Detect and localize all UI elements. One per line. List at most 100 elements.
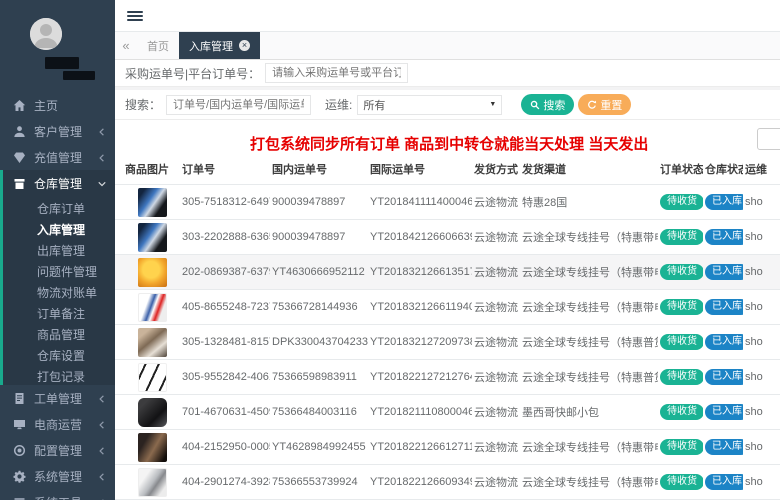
cell-operator: sho — [743, 464, 780, 500]
chevron-down-icon — [97, 178, 107, 188]
cell-domestic-waybill: 900039478897 — [270, 184, 368, 220]
order-status-badge: 待收货 — [660, 369, 703, 385]
table-row[interactable]: 405-8655248-723712475366728144936YT20183… — [115, 289, 780, 325]
reset-button[interactable]: 重置 — [578, 94, 632, 115]
sidebar-subitem-商品管理[interactable]: 商品管理 — [3, 322, 115, 343]
product-image[interactable] — [138, 257, 167, 287]
sidebar-subitem-订单备注[interactable]: 订单备注 — [3, 301, 115, 322]
sidebar-item-工单管理[interactable]: 工单管理 — [0, 385, 115, 411]
cell-ship-channel: 云途全球专线挂号（特惠带电） — [520, 219, 658, 255]
close-tab-icon[interactable]: × — [239, 40, 250, 51]
inbound-table-panel: 打包系统同步所有订单 商品到中转仓就能当天处理 当天发出 商品图片 订单号 国内… — [115, 120, 780, 500]
cell-warehouse-status: 已入库 — [703, 359, 743, 395]
sidebar-item-label: 客户管理 — [34, 124, 83, 139]
product-image[interactable] — [138, 327, 167, 357]
tab-home[interactable]: 首页 — [137, 32, 179, 59]
user-profile[interactable] — [0, 0, 115, 88]
sidebar-item-电商运营[interactable]: 电商运营 — [0, 411, 115, 437]
search-button[interactable]: 搜索 — [521, 94, 575, 115]
cell-ship-method: 云途物流 — [472, 324, 520, 360]
cell-ship-method: 云途物流 — [472, 394, 520, 430]
cell-ship-method: 云途物流 — [472, 359, 520, 395]
table-row[interactable]: 202-0869387-6379533YT4630666952112YT2018… — [115, 254, 780, 290]
sidebar-subitem-出库管理[interactable]: 出库管理 — [3, 238, 115, 259]
corner-button[interactable] — [757, 128, 780, 150]
sidebar-subitem-打包记录[interactable]: 打包记录 — [3, 364, 115, 385]
cell-domestic-waybill: YT4630666952112 — [270, 254, 368, 290]
topbar — [115, 0, 780, 32]
sidebar-group-4: 工单管理 — [0, 385, 115, 411]
table-row[interactable]: 305-9552842-406192975366598983911YT20182… — [115, 359, 780, 395]
sidebar-item-label: 电商运营 — [34, 417, 83, 432]
table-row[interactable]: 305-7518312-6497952900039478897YT2018411… — [115, 184, 780, 220]
cell-ship-channel: 云途全球专线挂号（特惠带电） — [520, 464, 658, 500]
sidebar-subitem-问题件管理[interactable]: 问题件管理 — [3, 259, 115, 280]
menu-toggle-icon[interactable] — [127, 9, 143, 23]
cell-ship-method: 云途物流 — [472, 289, 520, 325]
cell-domestic-waybill: 75366598983911 — [270, 359, 368, 395]
cell-intl-waybill: YT2018321266135177 — [368, 254, 472, 290]
cell-warehouse-status: 已入库 — [703, 429, 743, 465]
order-status-badge: 待收货 — [660, 334, 703, 350]
list-icon — [14, 497, 25, 500]
warehouse-status-badge: 已入库 — [705, 474, 743, 490]
target-icon — [13, 444, 26, 457]
sidebar-subitem-仓库订单[interactable]: 仓库订单 — [3, 196, 115, 217]
header-order-no: 订单号 — [180, 156, 270, 185]
product-image[interactable] — [138, 362, 167, 392]
chev-left — [99, 473, 104, 481]
cell-order-status: 待收货 — [658, 429, 703, 465]
cell-order-status: 待收货 — [658, 464, 703, 500]
sidebar-subitem-入库管理[interactable]: 入库管理 — [3, 217, 115, 238]
sidebar-item-仓库管理[interactable]: 仓库管理 — [3, 170, 115, 196]
sidebar-item-系统工具[interactable]: 系统工具 — [0, 489, 115, 500]
search-input[interactable] — [166, 94, 312, 115]
table-header: 商品图片 订单号 国内运单号 国际运单号 发货方式 发货渠道 订单状态 仓库状态… — [115, 156, 780, 185]
product-image[interactable] — [138, 432, 167, 462]
sidebar-item-系统管理[interactable]: 系统管理 — [0, 463, 115, 489]
sidebar-subitem-物流对账单[interactable]: 物流对账单 — [3, 280, 115, 301]
table-row[interactable]: 305-1328481-8157960DPK330043704233YT2018… — [115, 324, 780, 360]
table-row[interactable]: 701-4670631-450903375366484003116YT20182… — [115, 394, 780, 430]
sidebar-group-0: 主页 — [0, 92, 115, 118]
transport-selected-value: 所有 — [363, 99, 386, 112]
gem-icon — [14, 152, 25, 163]
product-image[interactable] — [138, 292, 167, 322]
cell-order-no: 305-1328481-8157960 — [180, 324, 270, 360]
search-button-label: 搜索 — [543, 99, 566, 112]
table-row[interactable]: 404-2152950-0005918YT4628984992455YT2018… — [115, 429, 780, 465]
sidebar-item-客户管理[interactable]: 客户管理 — [0, 118, 115, 144]
app-root: 主页客户管理充值管理 仓库管理 仓库订单 入库管理 出库管理 问题件管理 物流对账单 订单备注… — [0, 0, 780, 500]
tabs-scroll-left-icon[interactable]: « — [115, 32, 137, 59]
cell-operator: sho — [743, 184, 780, 220]
cell-ship-channel: 云途全球专线挂号（特惠带电） — [520, 289, 658, 325]
cell-intl-waybill: YT2018221266093490 — [368, 464, 472, 500]
tab-inbound-management[interactable]: 入库管理 × — [179, 32, 260, 59]
product-image[interactable] — [138, 222, 167, 252]
cell-order-status: 待收货 — [658, 184, 703, 220]
product-image[interactable] — [138, 187, 167, 217]
avatar — [30, 18, 62, 50]
gear-icon — [13, 470, 26, 483]
transport-select[interactable]: 所有 ▼ — [357, 94, 503, 115]
sidebar-item-主页[interactable]: 主页 — [0, 92, 115, 118]
cell-order-no: 405-8655248-7237124 — [180, 289, 270, 325]
sidebar-group-8: 系统工具 — [0, 489, 115, 500]
search-icon — [531, 100, 540, 109]
table-row[interactable]: 303-2202888-6365943900039478897YT2018421… — [115, 219, 780, 255]
table-row[interactable]: 404-2901274-392832775366553739924YT20182… — [115, 464, 780, 500]
sidebar-item-配置管理[interactable]: 配置管理 — [0, 437, 115, 463]
product-image[interactable] — [138, 397, 167, 427]
tab-bar: « 首页 入库管理 × — [115, 32, 780, 60]
search-label: 搜索： — [125, 98, 162, 112]
chevron-left-icon — [97, 393, 107, 403]
warehouse-status-badge: 已入库 — [705, 299, 743, 315]
gem-icon — [13, 151, 26, 164]
sidebar-item-充值管理[interactable]: 充值管理 — [0, 144, 115, 170]
purchase-waybill-label: 采购运单号|平台订单号： — [125, 66, 261, 81]
product-image[interactable] — [138, 467, 167, 497]
cell-ship-method: 云途物流 — [472, 254, 520, 290]
purchase-waybill-input[interactable] — [265, 63, 409, 83]
cell-intl-waybill: YT2018221272127645 — [368, 359, 472, 395]
sidebar-subitem-仓库设置[interactable]: 仓库设置 — [3, 343, 115, 364]
